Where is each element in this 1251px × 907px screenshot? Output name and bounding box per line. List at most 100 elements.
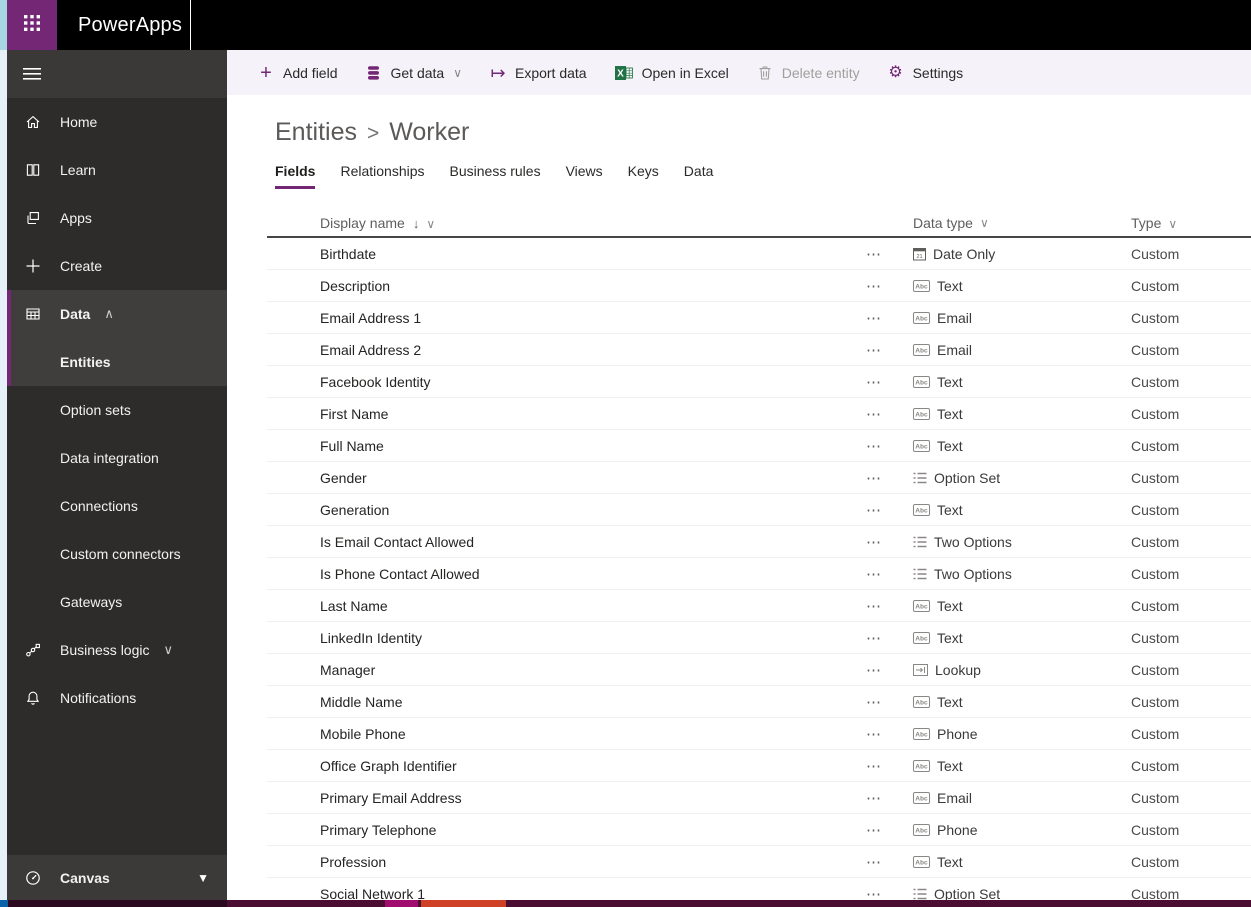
chevron-down-icon: ∨: [979, 216, 989, 230]
abc-icon: Abc: [913, 407, 930, 420]
sidebar-item-apps[interactable]: Apps: [7, 194, 227, 242]
gear-icon: ⚙: [888, 63, 903, 81]
svg-text:Abc: Abc: [915, 635, 928, 642]
row-more-button[interactable]: ⋯: [860, 405, 913, 423]
row-more-button[interactable]: ⋯: [860, 341, 913, 359]
settings-button[interactable]: ⚙ Settings: [887, 63, 963, 81]
row-more-button[interactable]: ⋯: [860, 693, 913, 711]
row-more-button[interactable]: ⋯: [860, 885, 913, 901]
table-row[interactable]: Last Name ⋯ Abc Text Custom: [267, 590, 1251, 622]
collapse-nav-button[interactable]: [7, 50, 227, 98]
table-row[interactable]: Full Name ⋯ Abc Text Custom: [267, 430, 1251, 462]
row-more-button[interactable]: ⋯: [860, 277, 913, 295]
table-row[interactable]: Social Network 1 ⋯ Option Set Custom: [267, 878, 1251, 901]
export-data-button[interactable]: ↦ Export data: [489, 64, 586, 82]
tab-views[interactable]: Views: [566, 163, 603, 189]
table-row[interactable]: LinkedIn Identity ⋯ Abc Text Custom: [267, 622, 1251, 654]
app-launcher-button[interactable]: [7, 0, 57, 50]
tab-relationships[interactable]: Relationships: [340, 163, 424, 189]
table-row[interactable]: Facebook Identity ⋯ Abc Text Custom: [267, 366, 1251, 398]
taskbar-orange-segment: [421, 900, 506, 907]
table-row[interactable]: Primary Email Address ⋯ Abc Email Custom: [267, 782, 1251, 814]
chevron-down-icon[interactable]: ∨: [164, 642, 174, 658]
row-more-button[interactable]: ⋯: [860, 373, 913, 391]
delete-entity-button[interactable]: Delete entity: [756, 65, 860, 81]
abc-icon: Abc: [913, 439, 930, 452]
table-row[interactable]: Description ⋯ Abc Text Custom: [267, 270, 1251, 302]
background-edge-top: [0, 0, 7, 50]
table-row[interactable]: Gender ⋯ Option Set Custom: [267, 462, 1251, 494]
row-more-button[interactable]: ⋯: [860, 821, 913, 839]
table-row[interactable]: Mobile Phone ⋯ Abc Phone Custom: [267, 718, 1251, 750]
calendar-icon: 21: [913, 247, 926, 261]
chevron-up-icon[interactable]: ∧: [104, 306, 114, 322]
tab-fields[interactable]: Fields: [275, 163, 316, 189]
row-more-button[interactable]: ⋯: [860, 757, 913, 775]
table-row[interactable]: Email Address 2 ⋯ Abc Email Custom: [267, 334, 1251, 366]
column-header-type[interactable]: Type ∨: [1131, 215, 1251, 231]
sidebar-item-business-logic[interactable]: Business logic ∨: [7, 626, 227, 674]
row-more-button[interactable]: ⋯: [860, 533, 913, 551]
column-header-data-type[interactable]: Data type ∨: [913, 215, 1131, 231]
sidebar-item-data-integration[interactable]: Data integration: [7, 434, 227, 482]
sidebar-item-home[interactable]: Home: [7, 98, 227, 146]
field-display-name: Mobile Phone: [320, 725, 406, 742]
sidebar-item-canvas[interactable]: Canvas ▼: [7, 855, 227, 900]
table-row[interactable]: First Name ⋯ Abc Text Custom: [267, 398, 1251, 430]
sidebar-group-data: Data ∧ Entities: [7, 290, 227, 386]
field-display-name: Primary Email Address: [320, 789, 462, 806]
caret-down-icon[interactable]: ▼: [197, 871, 209, 885]
row-more-button[interactable]: ⋯: [860, 565, 913, 583]
tab-business-rules[interactable]: Business rules: [450, 163, 541, 189]
app-title[interactable]: PowerApps: [78, 14, 182, 37]
sidebar-item-learn[interactable]: Learn: [7, 146, 227, 194]
tab-keys[interactable]: Keys: [628, 163, 659, 189]
column-header-display-name[interactable]: Display name ↓ ∨: [267, 215, 860, 231]
apps-icon: [25, 210, 41, 226]
svg-text:Abc: Abc: [915, 507, 928, 514]
breadcrumb-entities-link[interactable]: Entities: [275, 118, 357, 146]
row-more-button[interactable]: ⋯: [860, 501, 913, 519]
sidebar-item-gateways[interactable]: Gateways: [7, 578, 227, 626]
row-more-button[interactable]: ⋯: [860, 629, 913, 647]
table-row[interactable]: Profession ⋯ Abc Text Custom: [267, 846, 1251, 878]
row-more-button[interactable]: ⋯: [860, 661, 913, 679]
row-more-button[interactable]: ⋯: [860, 725, 913, 743]
sidebar-item-option-sets[interactable]: Option sets: [7, 386, 227, 434]
open-in-excel-button[interactable]: X Open in Excel: [614, 65, 729, 81]
row-more-button[interactable]: ⋯: [860, 245, 913, 263]
svg-text:Abc: Abc: [915, 443, 928, 450]
row-more-button[interactable]: ⋯: [860, 853, 913, 871]
table-row[interactable]: Email Address 1 ⋯ Abc Email Custom: [267, 302, 1251, 334]
add-field-button[interactable]: + Add field: [257, 63, 337, 83]
row-more-button[interactable]: ⋯: [860, 469, 913, 487]
row-more-button[interactable]: ⋯: [860, 309, 913, 327]
sidebar-item-entities[interactable]: Entities: [11, 338, 227, 386]
tab-data[interactable]: Data: [684, 163, 714, 189]
table-row[interactable]: Middle Name ⋯ Abc Text Custom: [267, 686, 1251, 718]
table-row[interactable]: Is Phone Contact Allowed ⋯ Two Options C…: [267, 558, 1251, 590]
table-row[interactable]: Is Email Contact Allowed ⋯ Two Options C…: [267, 526, 1251, 558]
field-display-name: Facebook Identity: [320, 373, 431, 390]
book-icon: [25, 162, 41, 178]
row-more-button[interactable]: ⋯: [860, 789, 913, 807]
sidebar-item-data[interactable]: Data ∧: [11, 290, 227, 338]
table-row[interactable]: Primary Telephone ⋯ Abc Phone Custom: [267, 814, 1251, 846]
ellipsis-icon: ⋯: [866, 501, 882, 519]
table-row[interactable]: Office Graph Identifier ⋯ Abc Text Custo…: [267, 750, 1251, 782]
abc-icon: Abc: [913, 503, 930, 516]
table-header: Display name ↓ ∨ Data type ∨ Type ∨: [267, 210, 1251, 238]
sidebar-item-connections[interactable]: Connections: [7, 482, 227, 530]
table-row[interactable]: Generation ⋯ Abc Text Custom: [267, 494, 1251, 526]
bell-icon: [25, 690, 41, 706]
field-data-type: Lookup: [935, 661, 981, 678]
table-row[interactable]: Manager ⋯ Lookup Custom: [267, 654, 1251, 686]
get-data-button[interactable]: Get data ∨: [364, 65, 462, 81]
row-more-button[interactable]: ⋯: [860, 437, 913, 455]
table-row[interactable]: Birthdate ⋯ 21 Date Only Custom: [267, 238, 1251, 270]
sidebar-item-notifications[interactable]: Notifications: [7, 674, 227, 722]
sidebar-item-custom-connectors[interactable]: Custom connectors: [7, 530, 227, 578]
field-type: Custom: [1131, 597, 1180, 614]
sidebar-item-create[interactable]: Create: [7, 242, 227, 290]
row-more-button[interactable]: ⋯: [860, 597, 913, 615]
